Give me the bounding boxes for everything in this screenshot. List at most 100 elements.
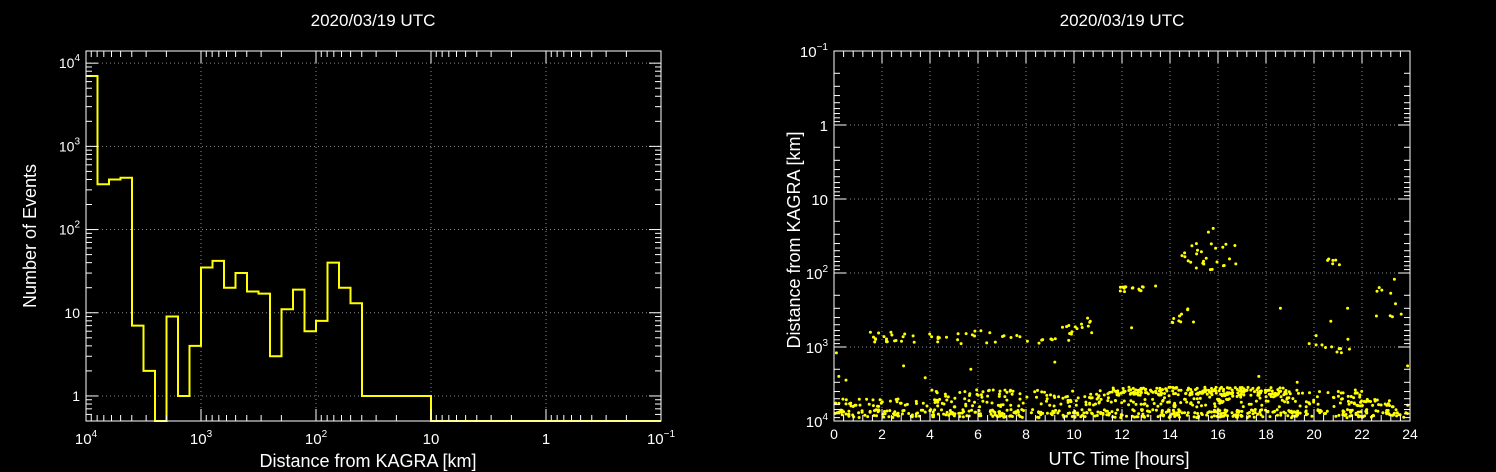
scatter-point xyxy=(1016,410,1020,414)
scatter-point xyxy=(1376,409,1380,413)
scatter-point xyxy=(1082,411,1086,415)
scatter-point xyxy=(1346,306,1350,310)
scatter-point xyxy=(1297,391,1300,395)
scatter-point xyxy=(877,331,881,335)
scatter-point xyxy=(910,413,914,417)
scatter-point xyxy=(1134,388,1138,392)
scatter-point xyxy=(900,339,903,343)
scatter-point xyxy=(1053,360,1057,364)
scatter-point xyxy=(873,340,877,344)
scatter-point xyxy=(1204,256,1208,260)
scatter-point xyxy=(1339,391,1343,395)
scatter-point xyxy=(1037,341,1041,345)
scatter-point xyxy=(868,330,872,334)
scatter-point xyxy=(1406,364,1410,368)
left-y-axis-label: Number of Events xyxy=(20,164,40,308)
scatter-point xyxy=(1035,395,1038,399)
scatter-point xyxy=(1039,402,1043,406)
scatter-point xyxy=(1113,399,1117,402)
scatter-point xyxy=(1314,334,1318,338)
scatter-point xyxy=(964,332,968,336)
scatter-point xyxy=(1228,386,1232,390)
scatter-point xyxy=(901,409,905,413)
scatter-point xyxy=(1346,394,1350,398)
scatter-point xyxy=(1389,291,1393,295)
scatter-point xyxy=(1195,397,1199,401)
scatter-point xyxy=(1352,401,1356,405)
scatter-point xyxy=(979,393,983,397)
scatter-point xyxy=(1399,312,1403,316)
scatter-point xyxy=(1005,408,1009,412)
scatter-point xyxy=(902,364,906,368)
scatter-point xyxy=(1140,285,1144,289)
scatter-point xyxy=(1379,403,1383,407)
scatter-point xyxy=(1191,403,1195,407)
scatter-point xyxy=(1239,393,1243,397)
scatter-point xyxy=(874,337,878,341)
scatter-point xyxy=(1106,396,1110,400)
scatter-point xyxy=(956,338,960,342)
scatter-point xyxy=(885,409,889,413)
scatter-point xyxy=(1208,268,1212,272)
scatter-point xyxy=(1017,404,1021,408)
scatter-point xyxy=(1274,392,1278,396)
scatter-point xyxy=(1335,350,1339,354)
scatter-point xyxy=(1263,388,1267,392)
left-chart-title: 2020/03/19 UTC xyxy=(311,11,436,30)
scatter-point xyxy=(1068,404,1072,408)
scatter-point xyxy=(981,390,985,394)
scatter-point xyxy=(1385,403,1389,407)
scatter-point xyxy=(1061,396,1065,400)
scatter-point xyxy=(1033,390,1037,394)
scatter-point xyxy=(1358,395,1362,399)
scatter-point xyxy=(1215,260,1219,264)
scatter-point xyxy=(1387,399,1391,403)
scatter-point xyxy=(1138,288,1142,292)
scatter-point xyxy=(865,397,869,401)
scatter-point xyxy=(1145,404,1149,408)
scatter-point xyxy=(1205,413,1209,417)
scatter-point xyxy=(1305,412,1309,416)
scatter-point xyxy=(1102,393,1106,397)
scatter-point xyxy=(1003,395,1007,399)
scatter-point xyxy=(930,388,934,392)
scatter-point xyxy=(1310,414,1314,418)
scatter-point xyxy=(901,335,905,339)
scatter-point xyxy=(1230,411,1234,415)
scatter-point xyxy=(940,401,944,405)
scatter-point xyxy=(868,409,872,413)
scatter-point xyxy=(1200,391,1204,395)
scatter-point xyxy=(1025,339,1029,343)
scatter-point xyxy=(907,412,911,415)
scatter-point xyxy=(867,402,871,406)
scatter-point xyxy=(1001,403,1005,407)
scatter-point xyxy=(933,401,937,404)
scatter-point xyxy=(1212,389,1216,393)
scatter-point xyxy=(956,332,960,336)
scatter-point xyxy=(1179,320,1183,324)
scatter-point xyxy=(1163,392,1166,395)
scatter-point xyxy=(1156,404,1160,408)
scatter-point xyxy=(1089,392,1093,396)
scatter-point xyxy=(1394,302,1397,306)
scatter-point xyxy=(1143,402,1147,406)
scatter-point xyxy=(894,398,898,401)
scatter-point xyxy=(969,367,973,371)
right-x-tick-label: 12 xyxy=(1114,426,1130,442)
scatter-point xyxy=(1154,408,1158,412)
scatter-point xyxy=(1105,413,1109,417)
scatter-point xyxy=(885,340,888,344)
scatter-point xyxy=(951,412,955,416)
scatter-point xyxy=(1118,285,1122,289)
scatter-point xyxy=(1015,334,1019,337)
left-x-axis-label: Distance from KAGRA [km] xyxy=(259,451,476,471)
scatter-point xyxy=(1336,390,1340,393)
scatter-point xyxy=(1248,411,1251,414)
scatter-point xyxy=(1167,400,1171,404)
scatter-point xyxy=(1221,245,1225,249)
scatter-point xyxy=(1014,410,1018,414)
scatter-point xyxy=(1074,403,1078,407)
scatter-point xyxy=(1129,391,1133,395)
scatter-point xyxy=(1002,334,1006,338)
scatter-point xyxy=(1218,415,1222,419)
